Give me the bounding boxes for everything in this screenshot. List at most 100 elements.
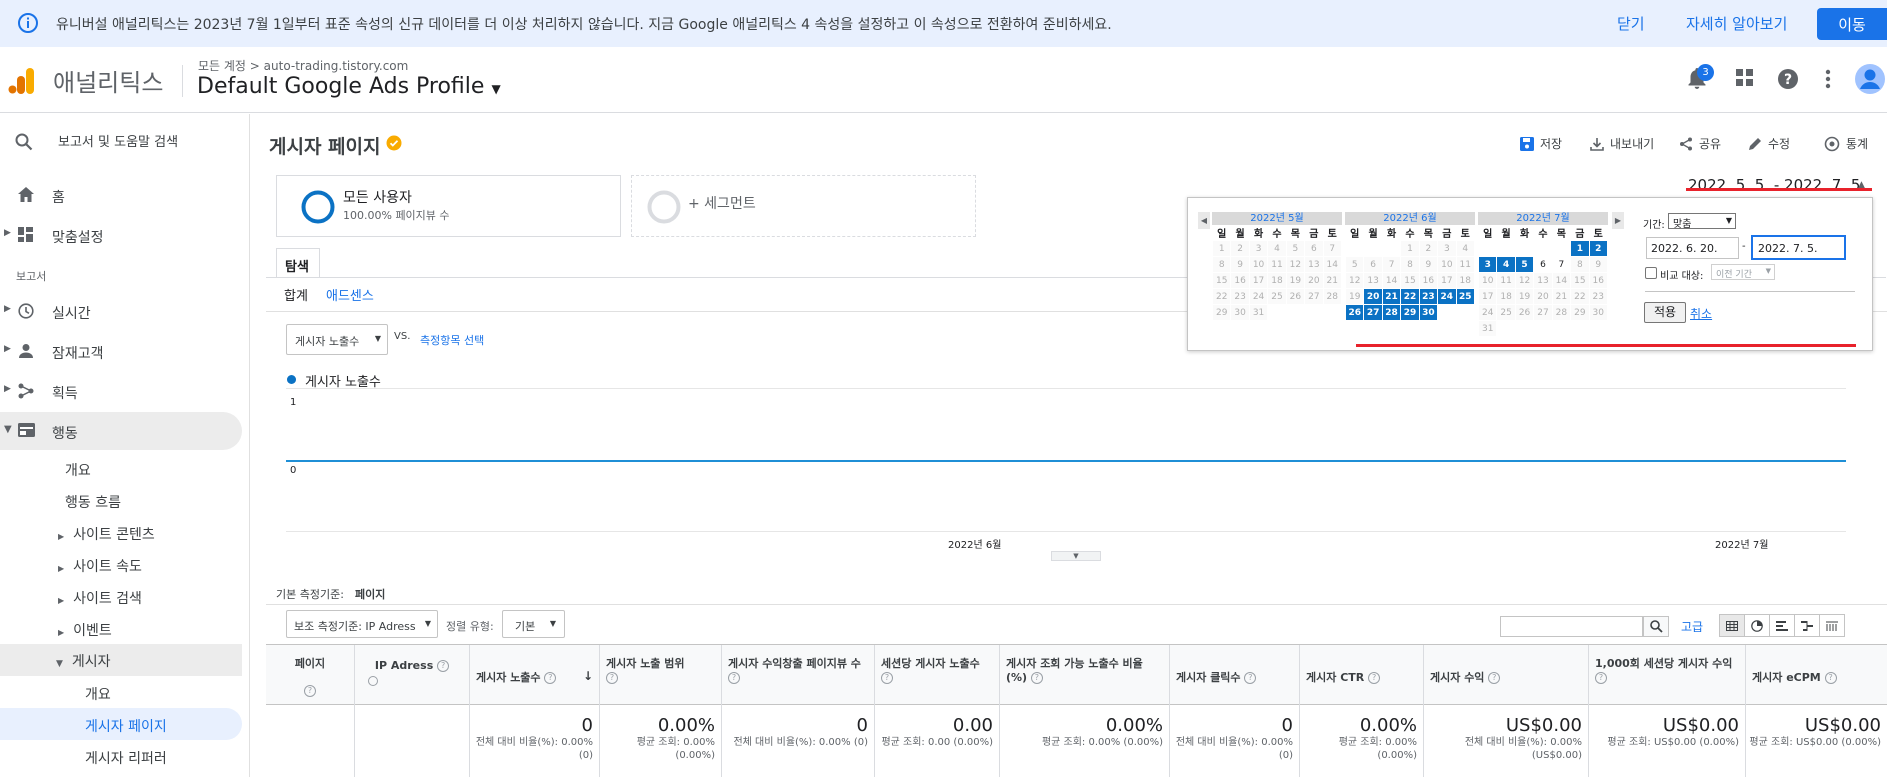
calendar-day[interactable]: 12: [1285, 256, 1306, 273]
calendar-day[interactable]: 17: [1437, 272, 1457, 289]
calendar-day[interactable]: 7: [1381, 256, 1402, 273]
calendar-day[interactable]: 11: [1496, 272, 1516, 289]
calendar-day[interactable]: 17: [1248, 272, 1269, 289]
calendar-day[interactable]: 12: [1344, 272, 1365, 289]
calendar-day[interactable]: 9: [1418, 256, 1439, 273]
calendar-day[interactable]: 2: [1418, 240, 1439, 257]
calendar-day[interactable]: 15: [1400, 272, 1420, 289]
segment-all-users[interactable]: 모든 사용자 100.00% 페이지뷰 수: [276, 175, 621, 237]
calendar-day[interactable]: 27: [1304, 288, 1324, 305]
calendar-day[interactable]: 21: [1551, 288, 1572, 305]
sort-type-select[interactable]: 기본 ▼: [502, 610, 565, 638]
calendar-day[interactable]: 29: [1570, 304, 1590, 321]
sidebar-item-behavior[interactable]: ▼ 행동: [0, 412, 242, 450]
column-header-ecpm[interactable]: 게시자 eCPM ?: [1746, 645, 1887, 706]
calendar-day[interactable]: 5: [1344, 256, 1365, 273]
calendar-day[interactable]: 7: [1322, 240, 1343, 257]
calendar-day[interactable]: 20: [1304, 272, 1324, 289]
calendar-day[interactable]: 30: [1418, 304, 1439, 321]
calendar-day[interactable]: 26: [1344, 304, 1365, 321]
calendar-day[interactable]: 27: [1533, 304, 1553, 321]
calendar-day[interactable]: 16: [1230, 272, 1250, 289]
calendar-day[interactable]: 28: [1551, 304, 1572, 321]
calendar-day[interactable]: 13: [1363, 272, 1383, 289]
calendar-day[interactable]: 14: [1381, 272, 1402, 289]
calendar-day[interactable]: 19: [1285, 272, 1306, 289]
save-button[interactable]: 저장: [1520, 135, 1562, 152]
sidebar-sub-publisher-overview[interactable]: 개요: [85, 684, 111, 704]
calendar-day[interactable]: 6: [1304, 240, 1324, 257]
subtab-summary[interactable]: 합계: [284, 285, 308, 304]
secondary-dimension-select[interactable]: 보조 측정기준: IP Adress ▼: [286, 610, 438, 638]
column-header-impressions[interactable]: 게시자 노출수 ? ↓: [470, 645, 600, 706]
comparison-view-icon[interactable]: [1795, 615, 1820, 636]
date-range-selector[interactable]: 2022. 5. 5. - 2022. 7. 5.: [1688, 176, 1865, 194]
period-select[interactable]: 맞춤 ▼: [1668, 213, 1736, 230]
pie-view-icon[interactable]: [1745, 615, 1770, 636]
calendar-day[interactable]: 22: [1570, 288, 1590, 305]
calendar-day[interactable]: 10: [1477, 272, 1498, 289]
calendar-day[interactable]: 16: [1588, 272, 1609, 289]
calendar-day[interactable]: 14: [1551, 272, 1572, 289]
calendar-day[interactable]: 19: [1344, 288, 1365, 305]
apps-grid-icon[interactable]: [1736, 69, 1754, 87]
calendar-day[interactable]: 25: [1496, 304, 1516, 321]
calendar-day[interactable]: 10: [1248, 256, 1269, 273]
calendar-day[interactable]: 5: [1514, 256, 1535, 273]
calendar-day[interactable]: 25: [1455, 288, 1476, 305]
advanced-filter-link[interactable]: 고급: [1681, 618, 1703, 635]
sidebar-item-home[interactable]: 홈: [0, 176, 242, 214]
calendar-day[interactable]: 5: [1285, 240, 1306, 257]
calendar-day[interactable]: 9: [1230, 256, 1250, 273]
bar-view-icon[interactable]: [1770, 615, 1795, 636]
calendar-day[interactable]: 15: [1570, 272, 1590, 289]
sidebar-sub-overview[interactable]: 개요: [65, 460, 91, 480]
select-metric-link[interactable]: 측정항목 선택: [420, 332, 484, 348]
compare-select[interactable]: 이전 기간 ▼: [1711, 264, 1775, 280]
column-header-impressions-per-session[interactable]: 세션당 게시자 노출수?: [875, 645, 1000, 706]
end-date-input[interactable]: 2022. 7. 5.: [1751, 235, 1846, 260]
edit-button[interactable]: 수정: [1748, 135, 1790, 152]
calendar-day[interactable]: 26: [1285, 288, 1306, 305]
calendar-day[interactable]: 21: [1322, 272, 1343, 289]
calendar-day[interactable]: 24: [1477, 304, 1498, 321]
sidebar-item-acquisition[interactable]: ▶ 획득: [0, 372, 242, 410]
calendar-day[interactable]: 8: [1211, 256, 1232, 273]
calendar-day[interactable]: 2: [1588, 240, 1609, 257]
calendar-day[interactable]: 23: [1230, 288, 1250, 305]
subtab-adsense[interactable]: 애드센스: [326, 285, 374, 304]
table-search-button[interactable]: [1643, 616, 1669, 637]
calendar-day[interactable]: 20: [1533, 288, 1553, 305]
calendar-day[interactable]: 7: [1551, 256, 1572, 273]
calendar-day[interactable]: 14: [1322, 256, 1343, 273]
calendar-day[interactable]: 6: [1363, 256, 1383, 273]
calendar-day[interactable]: 29: [1400, 304, 1420, 321]
calendar-day[interactable]: 22: [1211, 288, 1232, 305]
calendar-day[interactable]: 22: [1400, 288, 1420, 305]
calendar-day[interactable]: 3: [1477, 256, 1498, 273]
share-button[interactable]: 공유: [1679, 135, 1721, 152]
sidebar-sub-publisher-referrers[interactable]: 게시자 리퍼러: [85, 748, 167, 768]
calendar-prev-icon[interactable]: ◀: [1198, 212, 1210, 229]
calendar-day[interactable]: 4: [1455, 240, 1476, 257]
sidebar-sub-site-speed[interactable]: ▶ 사이트 속도: [58, 556, 142, 576]
sidebar-sub-site-search[interactable]: ▶ 사이트 검색: [58, 588, 142, 608]
banner-close-button[interactable]: 닫기: [1617, 13, 1645, 34]
column-header-monetized-pageviews[interactable]: 게시자 수익창출 페이지뷰 수 ?: [722, 645, 875, 706]
calendar-day[interactable]: 24: [1248, 288, 1269, 305]
help-icon[interactable]: ?: [1777, 68, 1799, 90]
export-button[interactable]: 내보내기: [1590, 135, 1654, 152]
calendar-day[interactable]: 24: [1437, 288, 1457, 305]
calendar-day[interactable]: 26: [1514, 304, 1535, 321]
sidebar-sub-events[interactable]: ▶ 이벤트: [58, 620, 112, 640]
table-search-input[interactable]: [1500, 616, 1643, 637]
column-header-ctr[interactable]: 게시자 CTR ?: [1300, 645, 1424, 706]
column-header-ip[interactable]: IP Adress ?: [355, 645, 470, 706]
sidebar-item-audience[interactable]: ▶ 잠재고객: [0, 332, 242, 370]
calendar-day[interactable]: 21: [1381, 288, 1402, 305]
compare-checkbox[interactable]: [1645, 267, 1657, 279]
calendar-day[interactable]: 13: [1304, 256, 1324, 273]
calendar-day[interactable]: 2: [1230, 240, 1250, 257]
sidebar-item-customization[interactable]: ▶ 맞춤설정: [0, 216, 242, 254]
table-view-icon[interactable]: [1720, 615, 1745, 636]
